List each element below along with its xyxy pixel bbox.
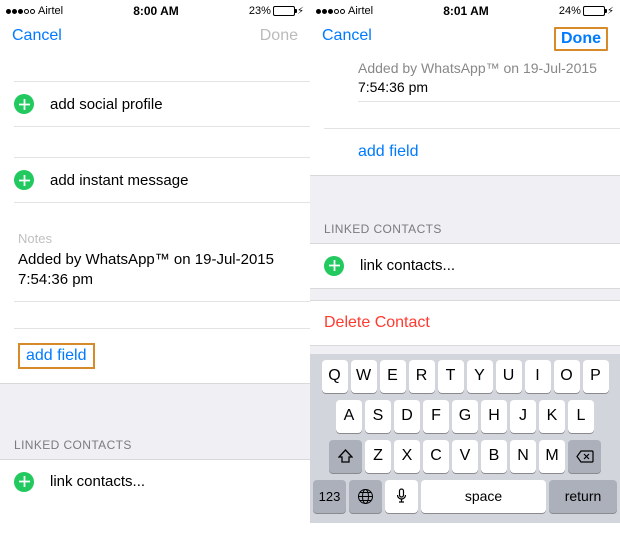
shift-key[interactable] bbox=[329, 440, 362, 473]
highlight-annotation: add field bbox=[18, 343, 95, 369]
notes-partial: Added by WhatsApp™ on 19-Jul-2015 7:54:3… bbox=[310, 59, 620, 101]
add-instant-message-label: add instant message bbox=[50, 172, 188, 189]
link-contacts-row[interactable]: link contacts... bbox=[310, 244, 620, 288]
status-bar: Airtel 8:00 AM 23% ⚡︎ bbox=[0, 0, 310, 21]
key-p[interactable]: P bbox=[583, 360, 609, 393]
plus-icon bbox=[324, 256, 344, 276]
battery-pct: 23% bbox=[249, 5, 271, 17]
battery-icon bbox=[583, 6, 605, 16]
notes-line1: Added by WhatsApp™ on 19-Jul-2015 bbox=[358, 60, 597, 76]
clock-label: 8:01 AM bbox=[443, 4, 489, 18]
key-n[interactable]: N bbox=[510, 440, 536, 473]
notes-text: Added by WhatsApp™ on 19-Jul-2015 7:54:3… bbox=[18, 250, 292, 291]
key-k[interactable]: K bbox=[539, 400, 565, 433]
plus-icon bbox=[14, 170, 34, 190]
key-r[interactable]: R bbox=[409, 360, 435, 393]
mic-key[interactable] bbox=[385, 480, 418, 513]
screen-left: Airtel 8:00 AM 23% ⚡︎ Cancel Done add so… bbox=[0, 0, 310, 550]
return-key[interactable]: return bbox=[549, 480, 617, 513]
key-b[interactable]: B bbox=[481, 440, 507, 473]
done-button[interactable]: Done bbox=[260, 27, 298, 45]
clock-label: 8:00 AM bbox=[133, 4, 179, 18]
key-l[interactable]: L bbox=[568, 400, 594, 433]
battery-pct: 24% bbox=[559, 5, 581, 17]
screen-right: Airtel 8:01 AM 24% ⚡︎ Cancel Done Added … bbox=[310, 0, 620, 550]
key-c[interactable]: C bbox=[423, 440, 449, 473]
keyboard: QWERTYUIOP ASDFGHJKL ZXCVBNM 123 bbox=[310, 354, 620, 523]
backspace-key[interactable] bbox=[568, 440, 601, 473]
key-y[interactable]: Y bbox=[467, 360, 493, 393]
plus-icon bbox=[14, 94, 34, 114]
key-v[interactable]: V bbox=[452, 440, 478, 473]
notes-heading: Notes bbox=[18, 231, 292, 246]
add-social-profile-row[interactable]: add social profile bbox=[0, 82, 310, 126]
key-m[interactable]: M bbox=[539, 440, 565, 473]
key-z[interactable]: Z bbox=[365, 440, 391, 473]
linked-contacts-header: LINKED CONTACTS bbox=[310, 204, 620, 244]
keyboard-row-4: 123 space return bbox=[313, 480, 617, 513]
key-g[interactable]: G bbox=[452, 400, 478, 433]
add-field-link[interactable]: add field bbox=[358, 143, 419, 160]
carrier-label: Airtel bbox=[38, 5, 63, 17]
add-field-row[interactable]: add field bbox=[0, 329, 310, 383]
linked-contacts-header: LINKED CONTACTS bbox=[0, 420, 310, 460]
numbers-key[interactable]: 123 bbox=[313, 480, 346, 513]
battery-icon bbox=[273, 6, 295, 16]
notes-line2: 7:54:36 pm bbox=[358, 79, 428, 95]
carrier-label: Airtel bbox=[348, 5, 373, 17]
key-i[interactable]: I bbox=[525, 360, 551, 393]
add-social-profile-label: add social profile bbox=[50, 96, 163, 113]
key-e[interactable]: E bbox=[380, 360, 406, 393]
link-contacts-label: link contacts... bbox=[50, 473, 145, 490]
key-j[interactable]: J bbox=[510, 400, 536, 433]
key-u[interactable]: U bbox=[496, 360, 522, 393]
cancel-button[interactable]: Cancel bbox=[322, 27, 372, 51]
plus-icon bbox=[14, 472, 34, 492]
signal-dots-icon bbox=[316, 9, 345, 14]
charging-icon: ⚡︎ bbox=[297, 6, 304, 17]
add-field-link[interactable]: add field bbox=[26, 347, 87, 364]
charging-icon: ⚡︎ bbox=[607, 6, 614, 17]
status-bar: Airtel 8:01 AM 24% ⚡︎ bbox=[310, 0, 620, 21]
key-s[interactable]: S bbox=[365, 400, 391, 433]
add-field-row[interactable]: add field bbox=[310, 129, 620, 175]
globe-key[interactable] bbox=[349, 480, 382, 513]
key-a[interactable]: A bbox=[336, 400, 362, 433]
done-button[interactable]: Done bbox=[561, 30, 601, 47]
key-t[interactable]: T bbox=[438, 360, 464, 393]
key-o[interactable]: O bbox=[554, 360, 580, 393]
add-instant-message-row[interactable]: add instant message bbox=[0, 158, 310, 202]
key-h[interactable]: H bbox=[481, 400, 507, 433]
space-key[interactable]: space bbox=[421, 480, 546, 513]
key-w[interactable]: W bbox=[351, 360, 377, 393]
nav-bar: Cancel Done bbox=[0, 21, 310, 53]
highlight-annotation: Done bbox=[554, 27, 608, 51]
key-q[interactable]: Q bbox=[322, 360, 348, 393]
keyboard-row-1: QWERTYUIOP bbox=[313, 360, 617, 393]
delete-contact-row[interactable]: Delete Contact bbox=[310, 301, 620, 345]
key-x[interactable]: X bbox=[394, 440, 420, 473]
key-d[interactable]: D bbox=[394, 400, 420, 433]
delete-contact-label: Delete Contact bbox=[324, 314, 430, 331]
key-f[interactable]: F bbox=[423, 400, 449, 433]
notes-block[interactable]: Notes Added by WhatsApp™ on 19-Jul-2015 … bbox=[0, 223, 310, 301]
link-contacts-row[interactable]: link contacts... bbox=[0, 460, 310, 504]
nav-bar: Cancel Done bbox=[310, 21, 620, 59]
signal-dots-icon bbox=[6, 9, 35, 14]
link-contacts-label: link contacts... bbox=[360, 257, 455, 274]
keyboard-row-2: ASDFGHJKL bbox=[313, 400, 617, 433]
cancel-button[interactable]: Cancel bbox=[12, 27, 62, 45]
keyboard-row-3: ZXCVBNM bbox=[313, 440, 617, 473]
